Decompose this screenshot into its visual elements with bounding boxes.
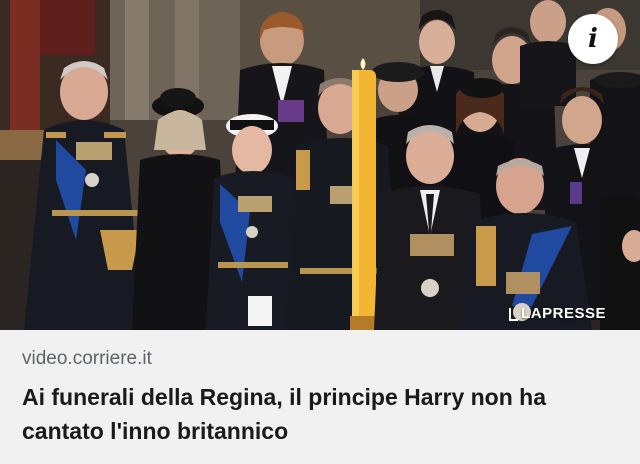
lapresse-logo-icon (509, 307, 519, 321)
photo-watermark: LAPRESSE (509, 305, 606, 322)
caption-area: video.corriere.it Ai funerali della Regi… (0, 330, 640, 464)
info-icon: i (588, 24, 598, 54)
info-button[interactable]: i (568, 14, 618, 64)
watermark-text: LAPRESSE (521, 305, 606, 322)
source-domain[interactable]: video.corriere.it (22, 348, 152, 370)
news-photo[interactable]: i LAPRESSE (0, 0, 640, 330)
photo-illustration (0, 0, 640, 330)
headline[interactable]: Ai funerali della Regina, il principe Ha… (22, 380, 622, 448)
news-card[interactable]: i LAPRESSE video.corriere.it Ai funerali… (0, 0, 640, 464)
candle-illustration (350, 58, 378, 330)
